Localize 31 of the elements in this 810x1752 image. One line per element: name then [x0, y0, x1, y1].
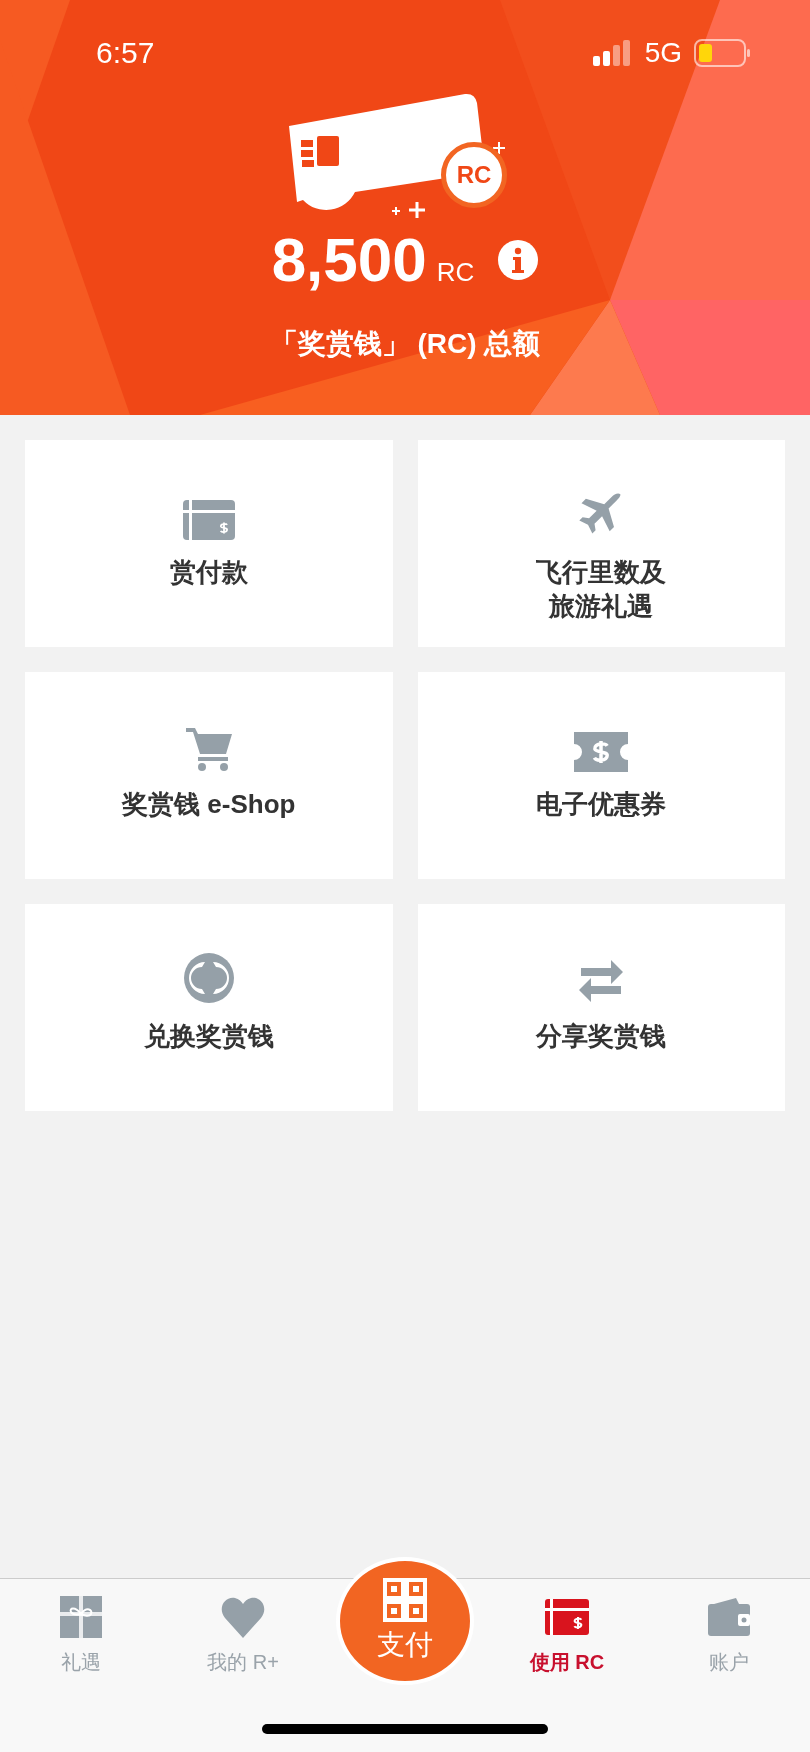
qr-code-icon[interactable]	[383, 1578, 427, 1622]
menu-tile[interactable]: 奖赏钱 e-Shop	[25, 672, 393, 879]
battery-icon	[694, 39, 750, 67]
menu-tile[interactable]: 分享奖赏钱	[417, 904, 785, 1111]
menu-tile[interactable]: 电子优惠券	[417, 672, 785, 879]
menu-tile[interactable]: 飞行里数及 旅游礼遇	[417, 440, 785, 647]
tile-label: 兑换奖赏钱	[143, 1020, 274, 1053]
heart-icon[interactable]	[221, 1596, 265, 1638]
wallet-icon[interactable]	[708, 1598, 750, 1636]
signal-icon	[592, 40, 633, 66]
coupon-icon	[574, 732, 629, 772]
tile-label: 奖赏钱 e-Shop	[122, 788, 296, 821]
exchange-icon	[182, 952, 235, 1004]
balance-unit: RC	[436, 257, 475, 288]
tile-label: 飞行里数及	[536, 556, 667, 589]
shopping-cart-icon	[183, 726, 234, 772]
balance-amount: 8,500	[271, 224, 427, 295]
tile-label: 分享奖赏钱	[536, 1020, 667, 1053]
tile-label: 电子优惠券	[536, 788, 667, 821]
balance-caption: 「奖赏钱」 (RC) 总额	[269, 327, 541, 361]
menu-tile[interactable]: 赏付款	[25, 440, 393, 647]
status-time: 6:57	[96, 36, 155, 70]
tile-label: 旅游礼遇	[549, 589, 654, 623]
card-icon[interactable]	[545, 1599, 589, 1635]
menu-tile[interactable]: 兑换奖赏钱	[25, 904, 393, 1111]
info-icon[interactable]	[498, 239, 539, 280]
network-label: 5G	[644, 37, 682, 69]
tile-label: 赏付款	[169, 556, 248, 589]
gift-icon[interactable]	[60, 1596, 102, 1638]
card-icon	[182, 500, 235, 540]
tab-bar-item[interactable]: 使用 RC	[486, 1579, 648, 1752]
